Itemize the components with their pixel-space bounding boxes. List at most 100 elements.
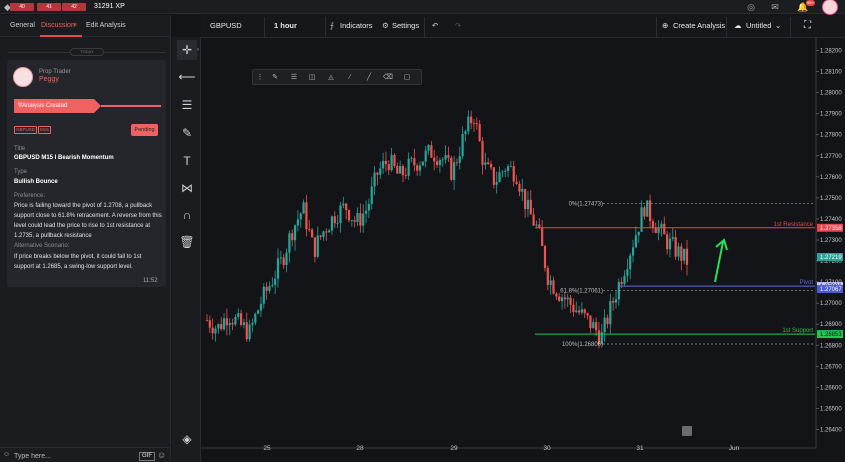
paint-bucket-icon[interactable]: ◬ [325, 72, 337, 84]
candle-body [248, 324, 251, 340]
tab-discussion[interactable]: Discussion [41, 22, 75, 29]
tab-general[interactable]: General [10, 22, 35, 29]
candle-body [262, 286, 265, 304]
candle-body [367, 203, 370, 211]
emoji-icon[interactable]: ☺ [157, 450, 166, 460]
preference-label: Preference: [14, 193, 46, 199]
horizontal-lines-icon[interactable]: ☰ [177, 95, 197, 115]
candle-body [447, 155, 450, 158]
chart-area[interactable]: 1st Resistance Pivot 1st Support 0%(1.27473… [201, 38, 845, 462]
chat-input[interactable] [4, 451, 132, 461]
tab-edit-analysis[interactable]: Edit Analysis [86, 22, 126, 29]
candle-body [603, 317, 606, 333]
candle-body [384, 160, 388, 165]
candle-body [634, 235, 637, 248]
candle-body [657, 227, 660, 233]
candle-body [228, 323, 231, 326]
candle-body [347, 210, 351, 221]
candle-body [492, 167, 495, 185]
candle-body [643, 207, 646, 217]
candle-body [515, 181, 518, 184]
interval-selector[interactable]: 1 hour [274, 21, 297, 31]
user-avatar[interactable] [822, 0, 838, 15]
price-tick-label: 1.28100 [820, 70, 842, 76]
candle-body [345, 203, 348, 211]
drag-handle-icon[interactable]: ⋮ [254, 72, 266, 84]
fib-label: 100%(1.26806) [562, 342, 603, 348]
candle-body [583, 309, 586, 314]
globe-icon[interactable]: ◎ [746, 2, 756, 12]
mail-icon[interactable]: ✉ [770, 2, 780, 12]
line-icon[interactable]: ╱ [363, 72, 375, 84]
candle-body [575, 310, 578, 312]
author-name[interactable]: Peggy [39, 76, 59, 83]
line-style-icon[interactable]: ☰ [288, 72, 300, 84]
candle-body [589, 315, 592, 329]
candle-body [288, 233, 291, 253]
undo-icon[interactable]: ↶ [432, 21, 438, 31]
candle-body [379, 168, 382, 175]
divider [656, 17, 657, 37]
symbol-selector[interactable]: GBPUSD [210, 21, 242, 31]
price-tick-label: 1.26900 [820, 322, 842, 328]
xp-counter: 31291 XP [94, 3, 125, 10]
layout-selector[interactable]: Untitled [746, 21, 771, 31]
candle-body [626, 269, 629, 276]
indicators-icon: ⨍ [330, 21, 334, 30]
frame-icon[interactable]: ▢ [401, 72, 413, 84]
trash-icon[interactable]: 🗑 [177, 232, 197, 252]
candle-body [489, 163, 493, 168]
brush-icon[interactable]: ⁄ [344, 72, 356, 84]
price-chart[interactable]: 1st Resistance Pivot 1st Support 0%(1.27473… [201, 38, 845, 462]
candle-body [478, 124, 481, 141]
tab-close-icon[interactable]: × [73, 22, 77, 29]
pattern-icon[interactable]: ⋈ [177, 178, 197, 198]
layers-icon[interactable]: ◈ [177, 429, 197, 449]
magnet-icon[interactable]: ∩ [177, 205, 197, 225]
time-tick-label: 30 [543, 445, 551, 452]
candle-body [671, 237, 674, 239]
candle-body [364, 210, 368, 214]
candle-body [498, 172, 501, 182]
pencil-icon[interactable]: ✎ [269, 72, 281, 84]
candle-body [421, 161, 424, 166]
redo-icon[interactable]: ↷ [455, 21, 461, 31]
text-icon[interactable]: T [177, 151, 197, 171]
candle-body [265, 286, 268, 291]
candle-body [631, 247, 635, 256]
fullscreen-icon[interactable]: ⛶ [804, 21, 811, 31]
candle-body [251, 322, 254, 325]
settings-button[interactable]: Settings [392, 21, 419, 31]
discussion-panel: General Discussion × Edit Analysis TODAY… [0, 15, 171, 462]
indicators-button[interactable]: Indicators [340, 21, 373, 31]
chevron-right-icon[interactable]: › [197, 47, 199, 53]
candle-body [342, 203, 345, 206]
level-badge-3: 42 [62, 3, 86, 11]
candle-body [524, 188, 527, 210]
date-separator: TODAY [70, 48, 104, 56]
candle-body [308, 229, 311, 230]
gif-button[interactable]: GIF [139, 452, 155, 461]
banner-arrow [94, 99, 101, 113]
fill-icon[interactable]: ◫ [306, 72, 318, 84]
candle-body [674, 237, 677, 257]
candle-body [623, 275, 626, 285]
type-value: Bullish Bounce [14, 179, 58, 185]
create-analysis-button[interactable]: Create Analysis [673, 21, 725, 31]
trendline-icon[interactable]: ⟵ [177, 67, 197, 87]
crosshair-icon[interactable]: ✛ [177, 40, 197, 60]
candle-body [532, 214, 535, 226]
candle-body [259, 303, 263, 311]
candle-body [225, 318, 228, 326]
candle-body [336, 222, 339, 224]
candle-body [450, 157, 453, 180]
eraser-icon[interactable]: ⌫ [382, 72, 394, 84]
author-avatar [13, 67, 33, 87]
candle-body [438, 160, 441, 166]
brush-icon[interactable]: ✎ [177, 123, 197, 143]
candle-body [660, 223, 663, 228]
candle-body [416, 165, 419, 171]
fib-label: 0%(1.27473) [569, 202, 603, 208]
chevron-down-icon[interactable]: ⌄ [775, 21, 781, 31]
candle-body [685, 248, 689, 265]
